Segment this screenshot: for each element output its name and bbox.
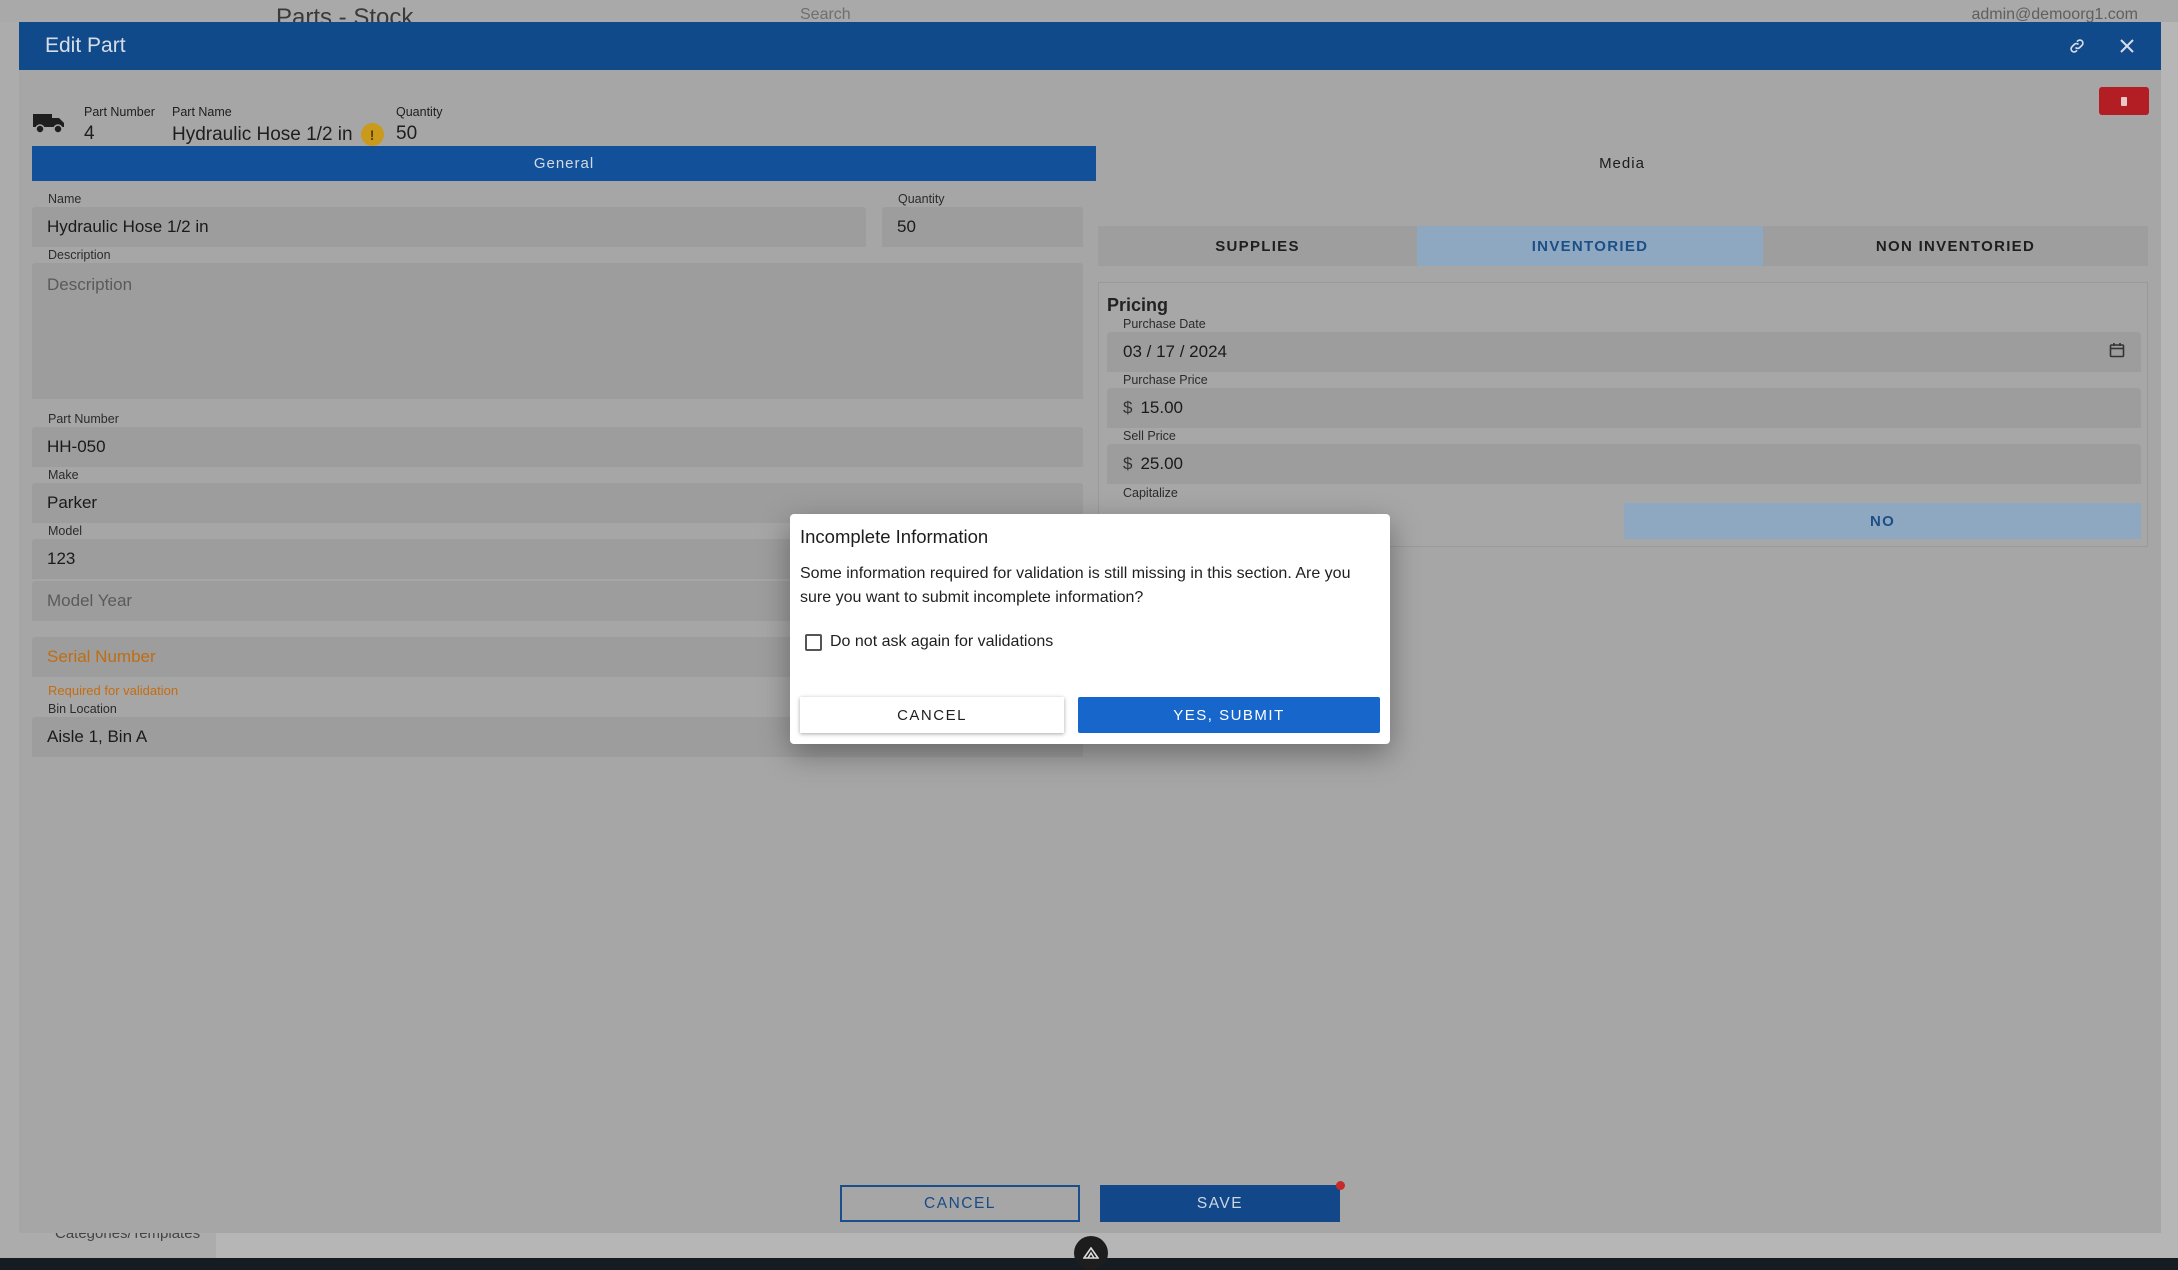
unsaved-indicator: [1336, 1181, 1345, 1190]
tab-media[interactable]: Media: [1096, 146, 2148, 181]
currency-symbol: $: [1123, 398, 1133, 417]
truck-icon: [33, 112, 65, 139]
close-icon[interactable]: [2111, 30, 2143, 62]
cancel-button[interactable]: CANCEL: [840, 1185, 1080, 1222]
summary-part-number: Part Number 4: [84, 105, 155, 144]
part-name-value: Hydraulic Hose 1/2 in: [172, 123, 353, 145]
summary-quantity: Quantity 50: [396, 105, 443, 144]
purchase-date-field: Purchase Date 03 / 17 / 2024: [1107, 317, 2141, 373]
modal-title: Edit Part: [45, 34, 126, 57]
delete-button[interactable]: [2099, 87, 2149, 115]
save-button[interactable]: SAVE: [1100, 1181, 1345, 1222]
quantity-input[interactable]: 50: [882, 207, 1083, 247]
type-inventoried[interactable]: INVENTORIED: [1417, 226, 1763, 266]
sell-price-value: 25.00: [1140, 454, 1184, 473]
currency-symbol: $: [1123, 454, 1133, 473]
description-textarea[interactable]: Description: [32, 263, 1083, 399]
trash-icon: [2121, 96, 2127, 106]
tab-general[interactable]: General: [32, 146, 1096, 181]
modal-footer: CANCEL SAVE: [19, 1181, 2161, 1225]
name-field: Name Hydraulic Hose 1/2 in: [32, 192, 866, 248]
dont-ask-again-label: Do not ask again for validations: [830, 633, 1054, 650]
purchase-price-value: 15.00: [1140, 398, 1184, 417]
modal-header: Edit Part: [19, 22, 2161, 70]
quantity-field: Quantity 50: [882, 192, 1083, 248]
type-supplies[interactable]: SUPPLIES: [1098, 226, 1417, 266]
warning-icon[interactable]: !: [360, 123, 384, 146]
type-non-inventoried[interactable]: NON INVENTORIED: [1763, 226, 2148, 266]
pricing-card: Pricing Purchase Date 03 / 17 / 2024 Pur…: [1098, 282, 2148, 547]
dont-ask-again-row[interactable]: Do not ask again for validations: [805, 633, 1053, 651]
sell-price-input[interactable]: $25.00: [1107, 444, 2141, 484]
dialog-title: Incomplete Information: [800, 526, 989, 547]
part-number-input[interactable]: HH-050: [32, 427, 1083, 467]
purchase-price-field: Purchase Price $15.00: [1107, 373, 2141, 429]
incomplete-info-dialog: Incomplete Information Some information …: [790, 514, 1390, 744]
part-type-toggle: SUPPLIES INVENTORIED NON INVENTORIED: [1098, 226, 2148, 266]
pricing-title: Pricing: [1107, 295, 1169, 315]
purchase-date-input[interactable]: 03 / 17 / 2024: [1107, 332, 2141, 372]
part-number-field: Part Number HH-050: [32, 412, 1083, 468]
dont-ask-again-checkbox[interactable]: [805, 633, 822, 651]
name-input[interactable]: Hydraulic Hose 1/2 in: [32, 207, 866, 247]
search-input[interactable]: Search: [800, 6, 1450, 23]
part-summary: Part Number 4 Part Name Hydraulic Hose 1…: [19, 82, 2161, 152]
dialog-cancel-button[interactable]: CANCEL: [800, 697, 1064, 733]
serial-number-helper: Required for validation: [48, 683, 179, 698]
dialog-message: Some information required for validation…: [800, 565, 1351, 606]
sell-price-field: Sell Price $25.00: [1107, 429, 2141, 485]
calendar-icon[interactable]: [2109, 342, 2125, 363]
drawer-handle[interactable]: [1074, 1236, 1108, 1270]
capitalize-label: Capitalize: [1123, 486, 1178, 500]
capitalize-no[interactable]: NO: [1624, 503, 2141, 539]
link-icon[interactable]: [2061, 30, 2093, 62]
tab-bar: General Media: [32, 146, 2148, 181]
dialog-submit-button[interactable]: YES, SUBMIT: [1078, 697, 1380, 733]
description-field: Description Description: [32, 248, 1083, 400]
purchase-price-input[interactable]: $15.00: [1107, 388, 2141, 428]
summary-part-name: Part Name Hydraulic Hose 1/2 in!: [172, 105, 384, 146]
